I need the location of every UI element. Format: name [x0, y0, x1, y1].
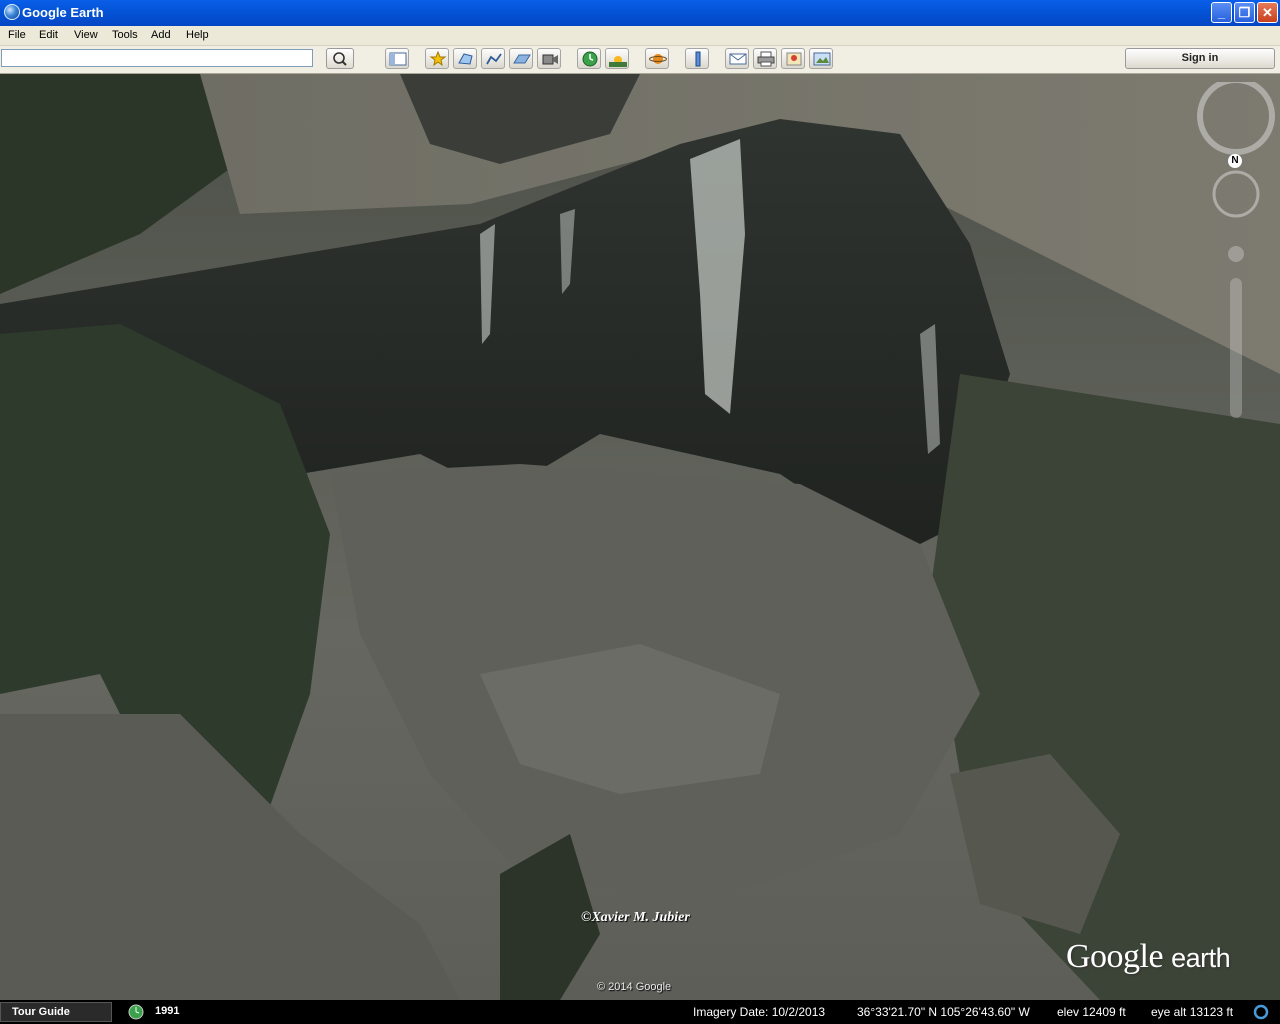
tour-guide-button[interactable]: Tour Guide [0, 1002, 112, 1022]
eye-altitude-readout: eye alt 13123 ft [1151, 1005, 1234, 1019]
menu-bar: File Edit View Tools Add Help [0, 26, 1280, 46]
polygon-icon [458, 53, 473, 65]
ruler-icon [695, 51, 701, 67]
compass-north-label[interactable]: N [1228, 154, 1242, 168]
status-bar: Tour Guide 1991 Imagery Date: 10/2/2013 … [0, 1000, 1280, 1024]
switch-planets-button[interactable] [645, 48, 669, 69]
image-overlay-icon [513, 54, 531, 64]
title-bar: Google Earth _ ❐ ✕ [0, 0, 1280, 26]
minimize-button[interactable]: _ [1211, 2, 1232, 23]
record-tour-icon [542, 54, 558, 65]
record-tour-button[interactable] [537, 48, 561, 69]
move-joystick[interactable] [1212, 170, 1260, 218]
menu-file[interactable]: File [8, 29, 26, 41]
logo-earth-text: earth [1171, 943, 1231, 973]
save-image-icon [813, 52, 831, 66]
menu-help[interactable]: Help [186, 29, 209, 41]
historical-year: 1991 [155, 1005, 180, 1017]
historical-imagery-button[interactable] [577, 48, 601, 69]
historical-imagery-icon [582, 51, 598, 67]
menu-edit[interactable]: Edit [39, 29, 58, 41]
terrain-imagery [0, 74, 1280, 1000]
pointer-coordinates: 36°33'21.70" N 105°26'43.60" W [857, 1005, 1030, 1019]
print-icon [757, 51, 775, 67]
menu-add[interactable]: Add [151, 29, 171, 41]
logo-google-text: Google [1066, 938, 1164, 975]
sidebar-toggle-icon [389, 52, 407, 66]
placemark-icon [429, 51, 447, 67]
add-polygon-button[interactable] [453, 48, 477, 69]
earth-3d-view[interactable]: N ©Xavier M. Jubier © 2014 Google Google… [0, 74, 1280, 1000]
email-icon [729, 53, 747, 65]
ruler-button[interactable] [685, 48, 709, 69]
google-earth-logo: Google earth [1066, 938, 1231, 976]
sunlight-button[interactable] [605, 48, 629, 69]
photo-credit-watermark: ©Xavier M. Jubier [581, 910, 690, 925]
look-joystick-ring[interactable] [1197, 77, 1275, 155]
sign-in-button[interactable]: Sign in [1125, 48, 1275, 69]
menu-tools[interactable]: Tools [112, 29, 138, 41]
imagery-date: Imagery Date: 10/2/2013 [693, 1005, 826, 1019]
view-in-google-maps-button[interactable] [781, 48, 805, 69]
elevation-readout: elev 12409 ft [1057, 1005, 1126, 1019]
street-view-pegman-icon[interactable] [1228, 246, 1244, 262]
planets-icon [649, 54, 667, 64]
view-in-maps-icon [786, 52, 802, 66]
map-copyright: © 2014 Google [597, 981, 672, 993]
navigation-overlay [1197, 77, 1275, 418]
search-icon [333, 52, 347, 66]
add-placemark-button[interactable] [425, 48, 449, 69]
toolbar: Sign in [0, 46, 1280, 74]
sunlight-icon [609, 56, 627, 67]
menu-view[interactable]: View [74, 29, 98, 41]
search-input[interactable] [1, 49, 313, 67]
search-button[interactable] [326, 48, 354, 69]
streaming-status-icon [1253, 1004, 1269, 1020]
navigation-controls: N [1196, 77, 1276, 427]
path-icon [486, 53, 502, 65]
sidebar-toggle-button[interactable] [385, 48, 409, 69]
add-path-button[interactable] [481, 48, 505, 69]
close-button[interactable]: ✕ [1257, 2, 1278, 23]
google-earth-app-icon[interactable] [4, 4, 20, 20]
maximize-button[interactable]: ❐ [1234, 2, 1255, 23]
email-button[interactable] [725, 48, 749, 69]
add-image-overlay-button[interactable] [509, 48, 533, 69]
print-button[interactable] [753, 48, 777, 69]
tour-guide-label: Tour Guide [12, 1006, 70, 1018]
historical-clock-icon[interactable] [128, 1004, 144, 1020]
window-title: Google Earth [22, 5, 104, 20]
save-image-button[interactable] [809, 48, 833, 69]
zoom-slider[interactable] [1230, 278, 1242, 418]
